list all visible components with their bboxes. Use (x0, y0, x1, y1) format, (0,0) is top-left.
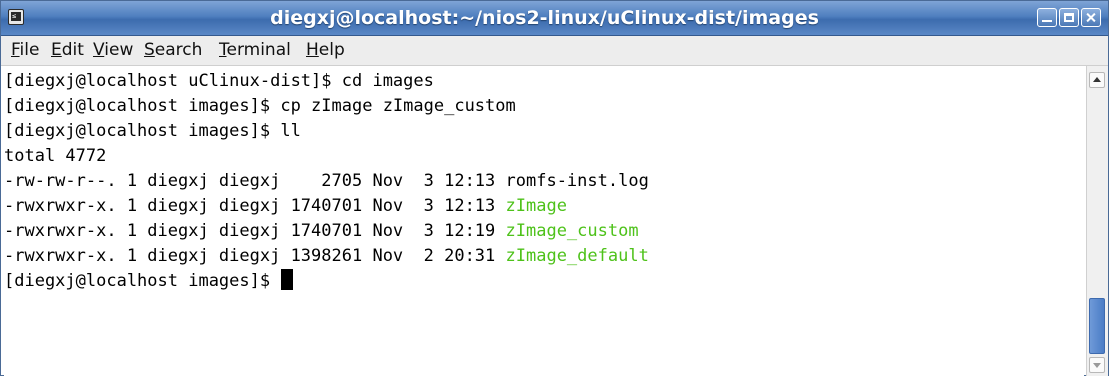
minimize-button[interactable] (1037, 8, 1057, 27)
terminal-line: [diegxj@localhost images]$ cp zImage zIm… (4, 94, 516, 119)
menu-view-label: iew (104, 40, 134, 60)
line-text: -rw-rw-r--. 1 diegxj diegxj 2705 Nov 3 1… (4, 171, 506, 191)
file-name: romfs-inst.log (505, 171, 649, 191)
terminal-line: -rwxrwxr-x. 1 diegxj diegxj 1740701 Nov … (4, 194, 567, 219)
executable-file-name: zImage_default (505, 246, 649, 266)
text-cursor (281, 269, 294, 290)
executable-file-name: zImage (505, 196, 567, 216)
menu-file[interactable]: File (8, 36, 42, 65)
terminal-line: -rw-rw-r--. 1 diegxj diegxj 2705 Nov 3 1… (4, 169, 649, 194)
menu-edit-mnemonic: E (51, 40, 62, 60)
terminal-line: -rwxrwxr-x. 1 diegxj diegxj 1398261 Nov … (4, 244, 649, 269)
scroll-up-button[interactable] (1089, 72, 1105, 88)
scrollbar-thumb[interactable] (1089, 298, 1105, 354)
menu-search[interactable]: Search (141, 36, 205, 65)
prompt-text: [diegxj@localhost images]$ (4, 271, 281, 291)
menu-edit[interactable]: Edit (48, 36, 87, 65)
menu-help-label: elp (318, 40, 345, 60)
terminal-line: total 4772 (4, 144, 106, 169)
line-text: -rwxrwxr-x. 1 diegxj diegxj 1398261 Nov … (4, 246, 506, 266)
menu-help-mnemonic: H (306, 40, 319, 60)
menu-search-mnemonic: S (144, 40, 155, 60)
window-title: diegxj@localhost:~/nios2-linux/uClinux-d… (270, 7, 819, 29)
menu-edit-label: dit (61, 40, 84, 60)
close-button[interactable] (1081, 8, 1101, 27)
line-text: -rwxrwxr-x. 1 diegxj diegxj 1740701 Nov … (4, 196, 506, 216)
menu-terminal-mnemonic: T (219, 40, 227, 60)
line-text: [diegxj@localhost uClinux-dist]$ cd imag… (4, 71, 434, 91)
terminal-prompt-line: [diegxj@localhost images]$ (4, 269, 294, 294)
menu-view[interactable]: View (90, 36, 136, 65)
line-text: [diegxj@localhost images]$ cp zImage zIm… (4, 96, 516, 116)
menu-terminal-label: erminal (226, 40, 291, 60)
menu-view-mnemonic: V (93, 40, 105, 60)
menu-file-label: ile (19, 40, 40, 60)
terminal-line: [diegxj@localhost images]$ ll (4, 119, 301, 144)
terminal-line: [diegxj@localhost uClinux-dist]$ cd imag… (4, 69, 434, 94)
menu-search-label: earch (154, 40, 203, 60)
executable-file-name: zImage_custom (505, 221, 639, 241)
maximize-button[interactable] (1059, 8, 1079, 27)
terminal-line: -rwxrwxr-x. 1 diegxj diegxj 1740701 Nov … (4, 219, 639, 244)
line-text: -rwxrwxr-x. 1 diegxj diegxj 1740701 Nov … (4, 221, 506, 241)
line-text: total 4772 (4, 146, 107, 166)
terminal-output[interactable]: [diegxj@localhost uClinux-dist]$ cd imag… (4, 66, 1084, 376)
line-text: [diegxj@localhost images]$ ll (4, 121, 301, 141)
menu-help[interactable]: Help (303, 36, 348, 65)
scroll-down-button[interactable] (1089, 357, 1105, 373)
vertical-scrollbar[interactable] (1086, 66, 1108, 376)
title-bar[interactable]: ≤ diegxj@localhost:~/nios2-linux/uClinux… (1, 1, 1108, 36)
menu-bar: File Edit View Search Terminal Help (1, 36, 1108, 66)
terminal-window: ≤ diegxj@localhost:~/nios2-linux/uClinux… (0, 0, 1109, 376)
menu-file-mnemonic: F (11, 40, 20, 60)
menu-terminal[interactable]: Terminal (216, 36, 294, 65)
